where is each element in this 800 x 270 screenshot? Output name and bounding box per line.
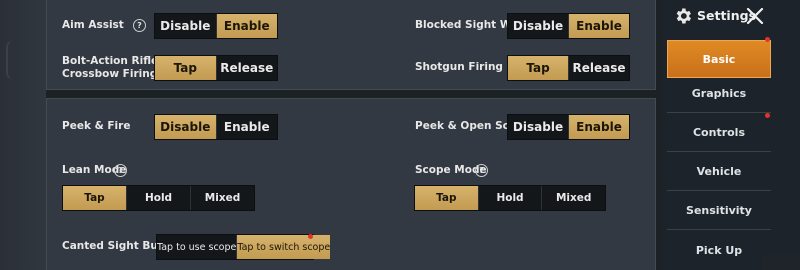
basic-notification-badge [765,37,770,42]
peek-fire-disable-option[interactable]: Disable [155,115,217,139]
lean-mode-tap-option[interactable]: Tap [63,186,127,210]
background-edge [6,40,18,80]
peek-fire-label: Peek & Fire [62,120,131,132]
lean-mode-help-icon[interactable]: ? [114,164,127,177]
bolt-action-tap-option[interactable]: Tap [155,56,217,80]
settings-sidebar: Settings Basic Graphics Controls Vehicle… [663,0,800,270]
shotgun-release-option[interactable]: Release [569,56,629,80]
sidebar-item-basic[interactable]: Basic [667,40,771,78]
bolt-action-release-option[interactable]: Release [216,56,277,80]
peek-fire-enable-option[interactable]: Enable [216,115,277,139]
aim-assist-toggle[interactable]: Disable Enable [154,13,278,39]
settings-panel-top: Aim Assist ? Disable Enable Blocked Sigh… [46,0,656,90]
close-icon[interactable] [745,6,765,26]
peek-open-scope-enable-option[interactable]: Enable [569,115,629,139]
shotgun-tap-option[interactable]: Tap [508,56,569,80]
sidebar-item-vehicle[interactable]: Vehicle [667,153,771,191]
lean-mode-selector[interactable]: Tap Hold Mixed [62,185,255,211]
sidebar-item-graphics[interactable]: Graphics [667,75,771,113]
shotgun-firing-mode-toggle[interactable]: Tap Release [507,55,630,81]
scope-mode-help-icon[interactable]: ? [475,164,488,177]
blocked-sight-enable-option[interactable]: Enable [569,14,629,38]
aim-assist-label: Aim Assist [62,19,124,31]
bolt-action-firing-mode-toggle[interactable]: Tap Release [154,55,278,81]
canted-sight-button-selector[interactable]: Tap to use scope Tap to switch scope [156,234,331,260]
peek-open-scope-disable-option[interactable]: Disable [508,115,569,139]
lean-mode-mixed-option[interactable]: Mixed [191,186,254,210]
blocked-sight-warning-toggle[interactable]: Disable Enable [507,13,630,39]
scope-mode-selector[interactable]: Tap Hold Mixed [414,185,606,211]
settings-panel-bottom: Peek & Fire Disable Enable Peek & Open S… [46,98,656,270]
aim-assist-disable-option[interactable]: Disable [155,14,217,38]
sidebar-header: Settings [663,0,800,32]
scope-mode-tap-option[interactable]: Tap [415,186,479,210]
scope-mode-hold-option[interactable]: Hold [478,186,543,210]
blocked-sight-disable-option[interactable]: Disable [508,14,569,38]
game-background [0,0,46,270]
aim-assist-enable-option[interactable]: Enable [216,14,277,38]
gear-icon [676,8,691,24]
sidebar-item-controls[interactable]: Controls [667,114,771,152]
canted-tap-to-use-scope-option[interactable]: Tap to use scope [157,235,238,259]
lean-mode-hold-option[interactable]: Hold [127,186,191,210]
sidebar-item-sensitivity[interactable]: Sensitivity [667,192,771,230]
peek-fire-toggle[interactable]: Disable Enable [154,114,278,140]
sidebar-item-pick-up[interactable]: Pick Up [667,231,771,269]
aim-assist-help-icon[interactable]: ? [133,19,146,32]
scope-mode-mixed-option[interactable]: Mixed [542,186,606,210]
peek-open-scope-toggle[interactable]: Disable Enable [507,114,630,140]
controls-notification-badge [765,113,770,118]
canted-sight-new-badge [308,234,313,239]
canted-tap-to-switch-scope-option[interactable]: Tap to switch scope [237,235,331,259]
